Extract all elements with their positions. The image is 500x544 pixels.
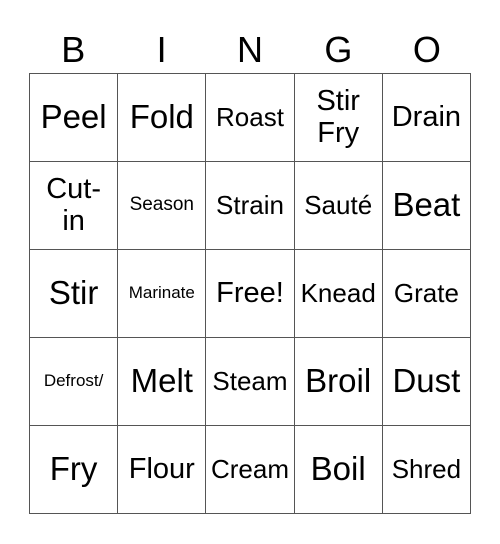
bingo-cell[interactable]: Melt: [118, 338, 207, 426]
bingo-cell[interactable]: Fry: [30, 426, 119, 514]
bingo-cell[interactable]: Season: [118, 162, 207, 250]
header-letter-g: G: [324, 29, 353, 70]
bingo-cell[interactable]: Steam: [206, 338, 295, 426]
bingo-cell[interactable]: Sauté: [294, 162, 383, 250]
bingo-cell-free-space[interactable]: Free!: [206, 250, 295, 338]
bingo-cell[interactable]: Defrost/: [30, 338, 119, 426]
bingo-cell[interactable]: Stir: [30, 250, 119, 338]
bingo-header: B I N G O: [29, 28, 471, 72]
bingo-cell[interactable]: Peel: [30, 74, 119, 162]
bingo-cell[interactable]: Stir Fry: [294, 74, 383, 162]
header-letter-b: B: [61, 29, 86, 70]
bingo-grid: Peel Fold Roast Stir Fry Drain Cut-in Se…: [29, 73, 471, 514]
bingo-cell[interactable]: Strain: [206, 162, 295, 250]
bingo-cell[interactable]: Broil: [294, 338, 383, 426]
bingo-cell[interactable]: Dust: [382, 338, 471, 426]
bingo-cell[interactable]: Beat: [382, 162, 471, 250]
bingo-cell[interactable]: Marinate: [118, 250, 207, 338]
bingo-cell[interactable]: Roast: [206, 74, 295, 162]
bingo-cell[interactable]: Fold: [118, 74, 207, 162]
bingo-cell[interactable]: Cut-in: [30, 162, 119, 250]
bingo-cell[interactable]: Drain: [382, 74, 471, 162]
bingo-cell[interactable]: Flour: [118, 426, 207, 514]
bingo-cell[interactable]: Knead: [294, 250, 383, 338]
bingo-cell[interactable]: Shred: [382, 426, 471, 514]
bingo-cell[interactable]: Boil: [294, 426, 383, 514]
bingo-cell[interactable]: Grate: [382, 250, 471, 338]
header-letter-o: O: [412, 29, 441, 70]
header-letter-n: N: [237, 29, 264, 70]
bingo-cell[interactable]: Cream: [206, 426, 295, 514]
header-letter-i: I: [156, 29, 167, 70]
